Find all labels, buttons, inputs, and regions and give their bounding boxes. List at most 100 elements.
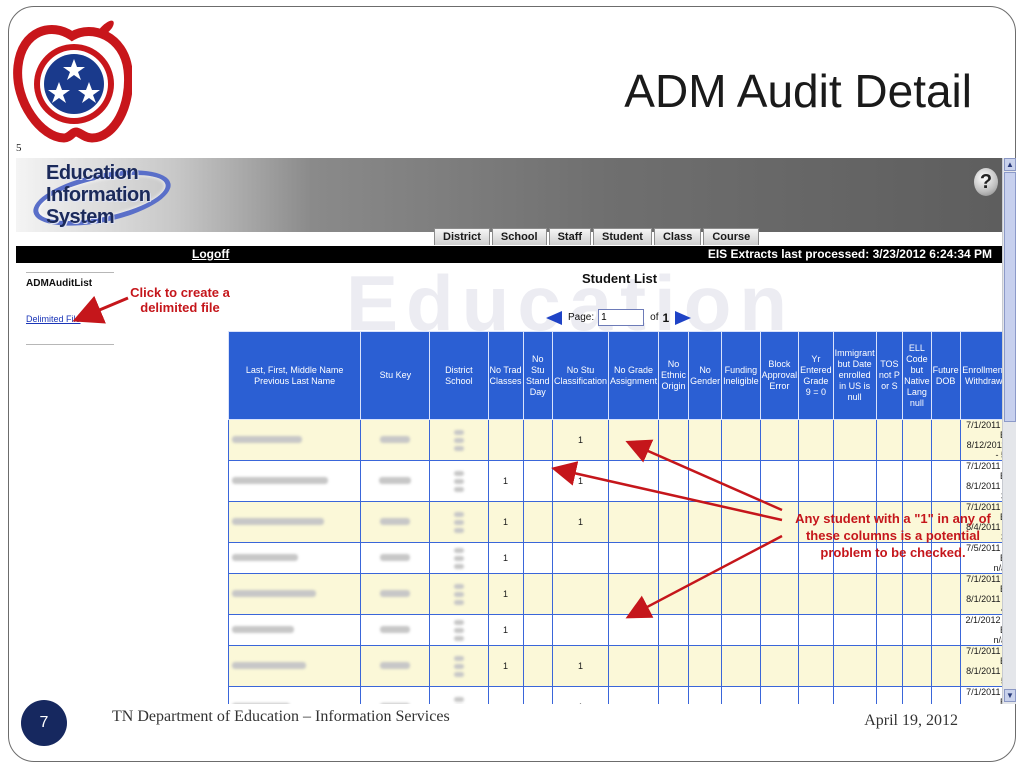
flag-cell (798, 573, 834, 615)
student-list-title: Student List (582, 271, 658, 286)
flag-cell (608, 419, 660, 461)
slide-title: ADM Audit Detail (624, 65, 972, 117)
flag-cell (875, 645, 904, 687)
eis-logo: Education Information System (24, 159, 176, 237)
eis-logo-line: Education (46, 162, 139, 184)
flag-cell (759, 614, 800, 646)
pager: Page: of 1 (546, 309, 692, 326)
tab-course[interactable]: Course (703, 228, 760, 245)
table-row[interactable]: 1 7/1/2011 - E8/1/2011 - 3 (227, 686, 1002, 704)
withdraw-date: 8/1/2011 - 3 (966, 481, 1002, 501)
enrollment-withdraw-cell: 7/1/2011 - E8/1/2011 - 3 (959, 460, 1002, 502)
enrollment-date: 7/1/2011 - E (966, 420, 1002, 440)
slide-number: 7 (21, 700, 67, 746)
adm-audit-list-label: ADMAuditList (26, 278, 93, 289)
table-row[interactable]: 1 7/1/2011 - E8/1/2011 - 4 (227, 573, 1002, 615)
footer-date: April 19, 2012 (864, 712, 958, 729)
flag-cell (832, 645, 877, 687)
no-trad-classes-cell (487, 419, 524, 461)
vertical-scrollbar[interactable]: ▲ ▼ (1002, 158, 1016, 704)
divider (26, 272, 114, 273)
tab-student[interactable]: Student (593, 228, 652, 245)
flag-cell (658, 686, 690, 704)
withdraw-date: 8/12/2011 - 5 (966, 440, 1002, 460)
page-of-label: of (650, 312, 659, 323)
columns-annotation: Any student with a "1" in any of these c… (795, 511, 991, 560)
stu-key-redacted (360, 645, 431, 687)
district-school-redacted (429, 614, 489, 646)
logoff-link[interactable]: Logoff (192, 247, 229, 261)
district-school-redacted (429, 686, 489, 704)
click-annotation: Click to create a delimited file (130, 285, 230, 315)
flag-cell (832, 614, 877, 646)
next-page-icon[interactable] (675, 310, 692, 325)
scroll-thumb[interactable] (1004, 172, 1016, 422)
stu-key-redacted (360, 573, 431, 615)
column-header: Immigrant but Date enrolled in US is nul… (832, 331, 877, 420)
flag-cell (875, 573, 904, 615)
column-header: Funding Ineligible (721, 331, 761, 420)
flag-cell (902, 645, 932, 687)
scroll-down-icon[interactable]: ▼ (1004, 689, 1016, 702)
flag-cell (875, 460, 904, 502)
left-panel (16, 263, 216, 704)
tab-staff[interactable]: Staff (548, 228, 592, 245)
no-trad-classes-cell: 1 (487, 645, 524, 687)
tab-district[interactable]: District (434, 228, 490, 245)
withdraw-date: 8/1/2011 - 5 (966, 666, 1002, 686)
page-label: Page: (568, 312, 595, 323)
flag-cell (930, 419, 961, 461)
eis-header: Education Information System ? (16, 158, 1002, 237)
no-stu-classification-cell: 1 (552, 501, 610, 543)
help-button[interactable]: ? (974, 168, 998, 196)
flag-cell (522, 645, 554, 687)
district-school-redacted (429, 573, 489, 615)
table-body: 17/1/2011 - E8/12/2011 - 5117/1/2011 - E… (227, 419, 1002, 704)
column-header: No Grade Assignment (608, 331, 660, 420)
page-input[interactable] (598, 309, 645, 326)
tab-school[interactable]: School (491, 228, 547, 245)
enrollment-date: 2/1/2012 - E (965, 615, 1002, 635)
no-stu-classification-cell: 1 (552, 419, 610, 461)
eis-logo-line: Information (46, 184, 151, 206)
flag-cell (759, 460, 800, 502)
flag-cell (688, 419, 723, 461)
table-row[interactable]: 1 2/1/2012 - En/a (227, 614, 1002, 646)
flag-cell (658, 573, 690, 615)
no-stu-classification-cell: 1 (552, 686, 610, 704)
page-marker: 5 (16, 142, 22, 154)
flag-cell (721, 460, 761, 502)
no-trad-classes-cell: 1 (487, 501, 524, 543)
table-row[interactable]: 11 7/1/2011 - E8/1/2011 - 3 (227, 460, 1002, 502)
prev-page-icon[interactable] (546, 310, 562, 325)
flag-cell (759, 686, 800, 704)
flag-cell (688, 614, 723, 646)
scroll-up-icon[interactable]: ▲ (1004, 158, 1016, 171)
column-header: No Trad Classes (487, 331, 524, 420)
column-header: Stu Key (360, 331, 431, 420)
column-header: TOS not P or S (875, 331, 904, 420)
student-name-redacted (227, 419, 362, 461)
enrollment-withdraw-cell: 2/1/2012 - En/a (959, 614, 1002, 646)
tab-class[interactable]: Class (653, 228, 702, 245)
column-header: Block Approval Error (759, 331, 800, 420)
flag-cell (658, 614, 690, 646)
column-header: No Gender (688, 331, 723, 420)
embedded-screenshot: Education Information System ? District … (16, 158, 1016, 704)
flag-cell (522, 542, 554, 574)
flag-cell (608, 686, 660, 704)
delimited-file-link[interactable]: Delimited File (26, 314, 81, 324)
flag-cell (832, 573, 877, 615)
flag-cell (522, 501, 554, 543)
no-stu-classification-cell: 1 (552, 645, 610, 687)
page-total: 1 (662, 310, 670, 325)
withdraw-date: n/a (993, 563, 1002, 573)
flag-cell (658, 501, 690, 543)
no-stu-classification-cell: 1 (552, 460, 610, 502)
district-school-redacted (429, 645, 489, 687)
enrollment-date: 7/1/2011 - E (966, 687, 1002, 704)
table-row[interactable]: 1 7/1/2011 - E8/12/2011 - 5 (227, 419, 1002, 461)
flag-cell (688, 645, 723, 687)
flag-cell (522, 614, 554, 646)
table-row[interactable]: 11 7/1/2011 - E8/1/2011 - 5 (227, 645, 1002, 687)
